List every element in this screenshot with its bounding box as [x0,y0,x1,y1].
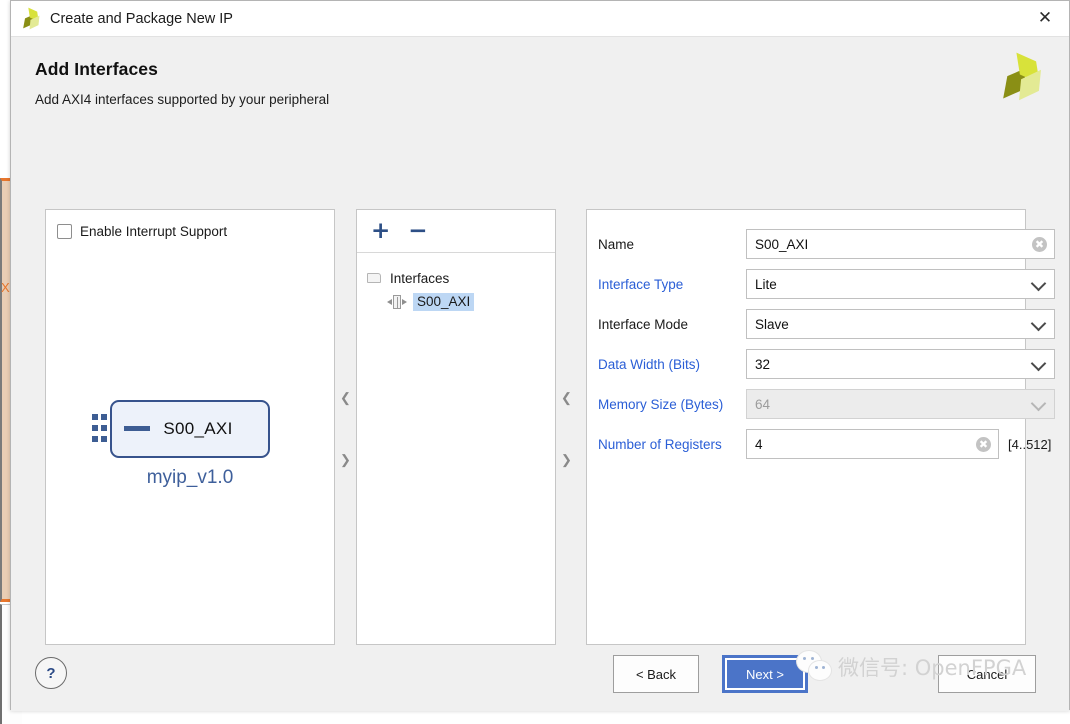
dialog-title: Create and Package New IP [50,10,233,27]
interface-type-label: Interface Type [598,276,684,292]
panels-container: Enable Interrupt Support S00_AXI myip_v1… [45,209,1055,645]
name-value: S00_AXI [755,236,809,252]
data-width-dropdown[interactable]: 32 [746,349,1055,379]
ip-block-port-label: S00_AXI [163,419,233,438]
back-button[interactable]: < Back [613,655,699,693]
number-of-registers-label: Number of Registers [598,436,722,452]
number-of-registers-value: 4 [755,436,763,452]
interface-type-value: Lite [755,276,777,292]
help-button[interactable]: ? [35,657,67,689]
form-row-interface-mode: Interface Mode Slave [587,304,1055,344]
dialog-body: Add Interfaces Add AXI4 interfaces suppo… [11,37,1069,711]
data-width-label: Data Width (Bits) [598,356,701,372]
close-icon[interactable]: ✕ [1021,1,1069,35]
xilinx-logo-icon [999,52,1045,101]
checkbox-box[interactable] [57,224,72,239]
form-row-data-width: Data Width (Bits) 32 [587,344,1055,384]
ip-module-name: myip_v1.0 [146,467,234,488]
chevron-left-icon[interactable]: ❮ [556,391,577,404]
form-row-memory-size: Memory Size (Bytes) 64 [587,384,1055,424]
bus-interface-icon [387,295,407,309]
form-row-name: Name S00_AXI ✖ [587,224,1055,264]
ip-port-pins-icon [92,414,107,442]
dialog-footer: ? < Back Next > Cancel [11,645,1069,711]
chevron-right-icon[interactable]: ❯ [335,453,356,466]
enable-interrupt-support-checkbox[interactable]: Enable Interrupt Support [57,224,227,239]
number-of-registers-input[interactable]: 4 ✖ [746,429,999,459]
form-row-interface-type: Interface Type Lite [587,264,1055,304]
bus-dash-icon [124,426,150,431]
memory-size-label: Memory Size (Bytes) [598,396,724,412]
interface-properties-panel: Name S00_AXI ✖ Interface Type Lite Inter… [586,209,1055,645]
back-button-label: < Back [635,666,677,682]
number-of-registers-range-hint: [4..512] [1008,436,1052,452]
chevron-right-icon[interactable]: ❯ [556,453,577,466]
enable-interrupt-support-label: Enable Interrupt Support [80,224,228,239]
interface-type-dropdown[interactable]: Lite [746,269,1055,299]
chevron-down-icon[interactable] [1030,315,1047,332]
tree-item-label: Interfaces [390,270,450,286]
panel-splitter-right[interactable]: ❮ ❯ [556,209,577,645]
interfaces-tree-panel: + − Interfaces S00_AXI [356,209,556,645]
tree-item-interfaces[interactable]: Interfaces [357,266,555,290]
memory-size-dropdown: 64 [746,389,1055,419]
interface-mode-value: Slave [755,316,789,332]
next-button[interactable]: Next > [722,655,808,693]
tree-item-label: S00_AXI [413,293,475,311]
interfaces-tree: Interfaces S00_AXI [357,254,555,314]
chevron-down-icon[interactable] [1030,355,1047,372]
tree-item-s00-axi[interactable]: S00_AXI [357,290,555,314]
chevron-down-icon [1030,395,1047,412]
xilinx-logo-icon [21,7,41,29]
add-interface-button[interactable]: + [371,220,390,243]
form-row-number-of-registers: Number of Registers 4 ✖ [4..512] [587,424,1051,464]
cancel-button[interactable]: Cancel [938,655,1036,693]
ip-block[interactable]: S00_AXI [110,400,270,458]
create-package-ip-dialog: Create and Package New IP ✕ Add Interfac… [10,0,1070,711]
dialog-header: Add Interfaces Add AXI4 interfaces suppo… [11,37,1069,145]
clear-icon[interactable]: ✖ [976,437,991,452]
clear-icon[interactable]: ✖ [1032,237,1047,252]
interface-properties-form: Name S00_AXI ✖ Interface Type Lite Inter… [587,224,1055,464]
data-width-value: 32 [755,356,771,372]
page-subtitle: Add AXI4 interfaces supported by your pe… [35,92,330,107]
next-button-label: Next > [746,666,784,682]
interfaces-toolbar: + − [357,210,555,253]
interface-mode-label: Interface Mode [598,316,689,332]
folder-icon [367,272,382,284]
ip-symbol-diagram: S00_AXI myip_v1.0 [46,400,334,489]
cancel-button-label: Cancel [966,666,1008,682]
page-title: Add Interfaces [35,59,158,79]
ip-preview-panel: Enable Interrupt Support S00_AXI myip_v1… [45,209,335,645]
interface-mode-dropdown[interactable]: Slave [746,309,1055,339]
chevron-down-icon[interactable] [1030,275,1047,292]
chevron-left-icon[interactable]: ❮ [335,391,356,404]
remove-interface-button[interactable]: − [408,220,427,243]
dialog-title-bar: Create and Package New IP ✕ [11,1,1069,37]
memory-size-value: 64 [755,396,771,412]
panel-splitter-left[interactable]: ❮ ❯ [335,209,356,645]
name-label: Name [598,236,635,252]
name-input[interactable]: S00_AXI ✖ [746,229,1055,259]
